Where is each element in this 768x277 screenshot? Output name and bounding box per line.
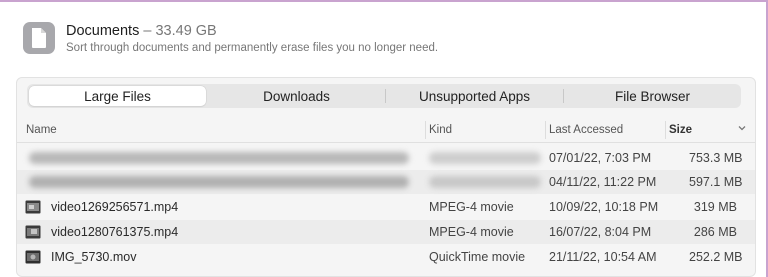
table-row[interactable]: video1280761375.mp4 MPEG-4 movie 16/07/2… (17, 220, 755, 244)
column-divider[interactable] (545, 121, 546, 139)
page-title: Documents – 33.49 GB (66, 23, 217, 39)
file-size: 286 MB (693, 225, 737, 239)
file-kind: MPEG-4 movie (429, 225, 514, 239)
page-subtitle: Sort through documents and permanently e… (66, 42, 439, 54)
document-icon (23, 22, 55, 54)
column-kind[interactable]: Kind (429, 124, 452, 136)
file-name: video1280761375.mp4 (51, 225, 179, 239)
tab-label: File Browser (614, 88, 690, 104)
redacted-kind (429, 152, 541, 164)
tab-file-browser[interactable]: File Browser (564, 84, 741, 108)
file-size: 597.1 MB (689, 175, 743, 189)
tab-downloads[interactable]: Downloads (208, 84, 385, 108)
movie-file-icon (25, 250, 41, 264)
column-divider[interactable] (425, 121, 426, 139)
table-row[interactable]: video1269256571.mp4 MPEG-4 movie 10/09/2… (17, 195, 755, 219)
last-accessed: 21/11/22, 10:54 AM (549, 250, 657, 264)
column-divider[interactable] (665, 121, 666, 139)
column-size[interactable]: Size (669, 124, 692, 136)
last-accessed: 07/01/22, 7:03 PM (549, 151, 652, 165)
redacted-name (29, 176, 409, 188)
tab-label: Downloads (263, 88, 330, 104)
file-kind: QuickTime movie (429, 250, 526, 264)
tab-label: Large Files (84, 88, 151, 104)
table-header: Name Kind Last Accessed Size (17, 118, 755, 143)
tab-unsupported-apps[interactable]: Unsupported Apps (386, 84, 563, 108)
video-file-icon (25, 200, 41, 214)
column-last-accessed[interactable]: Last Accessed (549, 124, 623, 136)
tab-large-files[interactable]: Large Files (29, 86, 206, 106)
file-name: video1269256571.mp4 (51, 200, 179, 214)
tab-label: Unsupported Apps (418, 88, 531, 104)
file-size: 753.3 MB (689, 151, 743, 165)
table-row[interactable]: 07/01/22, 7:03 PM 753.3 MB (17, 146, 755, 170)
redacted-kind (429, 176, 541, 188)
last-accessed: 16/07/22, 8:04 PM (549, 225, 652, 239)
file-name: IMG_5730.mov (51, 250, 137, 264)
file-size: 319 MB (693, 200, 737, 214)
video-file-icon (25, 225, 41, 239)
category-tabs: Large Files Downloads Unsupported Apps F… (27, 84, 741, 108)
title-text: Documents (66, 23, 140, 39)
title-size: – 33.49 GB (143, 23, 217, 39)
table-row[interactable]: 04/11/22, 11:22 PM 597.1 MB (17, 170, 755, 194)
file-kind: MPEG-4 movie (429, 200, 514, 214)
file-size: 252.2 MB (689, 250, 743, 264)
last-accessed: 04/11/22, 11:22 PM (549, 175, 657, 189)
table-row[interactable]: IMG_5730.mov QuickTime movie 21/11/22, 1… (17, 245, 755, 269)
redacted-name (29, 152, 409, 164)
last-accessed: 10/09/22, 10:18 PM (549, 200, 659, 214)
chevron-down-icon[interactable] (737, 123, 747, 133)
column-name[interactable]: Name (26, 124, 57, 136)
window-border-top (0, 0, 768, 2)
